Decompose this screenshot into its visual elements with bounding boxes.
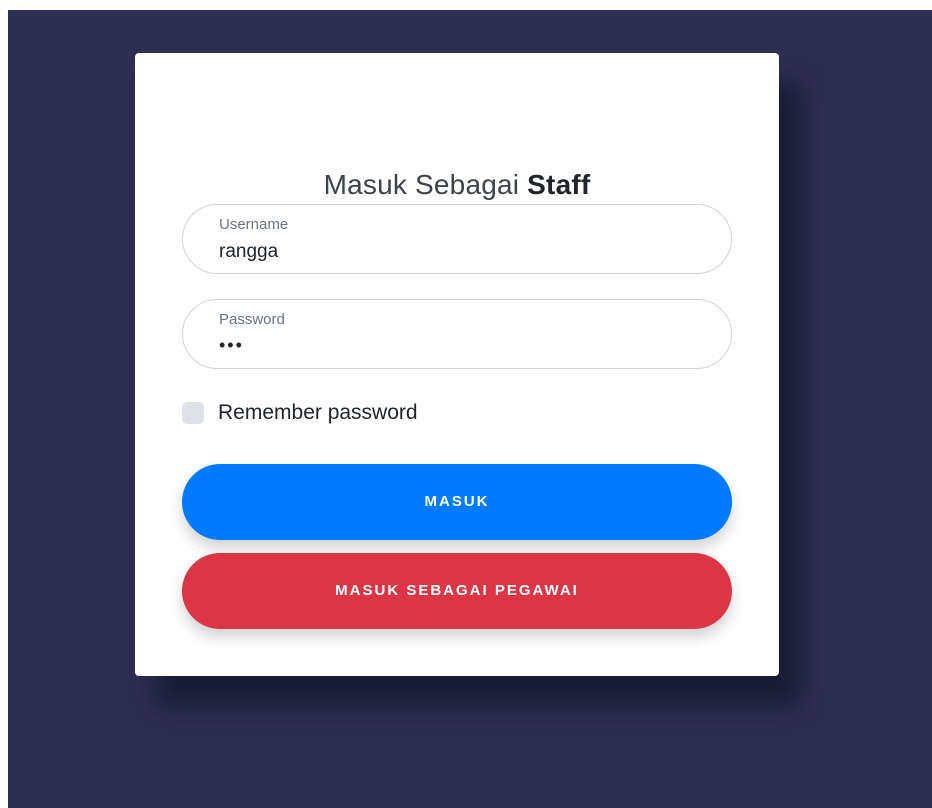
remember-password[interactable]: Remember password	[182, 401, 418, 425]
title-emphasis: Staff	[527, 169, 591, 200]
page-title: Masuk Sebagai Staff	[135, 171, 779, 199]
password-field[interactable]: Password •••	[182, 299, 732, 369]
title-prefix: Masuk Sebagai	[323, 169, 520, 200]
masuk-button[interactable]: MASUK	[182, 464, 732, 540]
username-field[interactable]: Username rangga	[182, 204, 732, 274]
login-card: Masuk Sebagai Staff Username rangga Pass…	[135, 53, 779, 676]
password-input[interactable]: •••	[219, 335, 244, 356]
password-label: Password	[219, 311, 285, 328]
masuk-pegawai-button[interactable]: MASUK SEBAGAI PEGAWAI	[182, 553, 732, 629]
username-input[interactable]: rangga	[219, 241, 278, 263]
remember-label[interactable]: Remember password	[218, 401, 418, 425]
username-label: Username	[219, 216, 289, 233]
remember-checkbox[interactable]	[182, 402, 204, 424]
